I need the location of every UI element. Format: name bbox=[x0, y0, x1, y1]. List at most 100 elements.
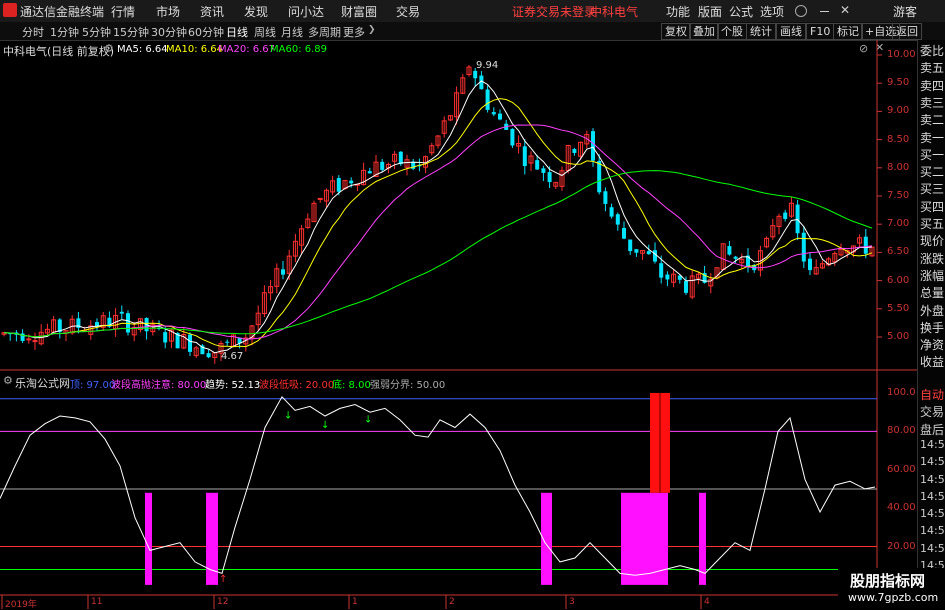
candle-body bbox=[646, 251, 651, 255]
quote-field-label: 卖五 bbox=[920, 61, 945, 76]
indicator-y-tick: 100.0 bbox=[887, 387, 916, 398]
candle-body bbox=[119, 311, 124, 314]
quote-field-label: 涨幅 bbox=[920, 268, 945, 283]
candle-body bbox=[349, 180, 354, 184]
watermark-url: www.7gpzb.com bbox=[848, 591, 939, 604]
quote-field-label: 卖三 bbox=[920, 95, 945, 110]
watermark-title: 股朋指标网 bbox=[850, 572, 926, 590]
candle-body bbox=[510, 128, 515, 146]
trade-time: 14:56 bbox=[920, 541, 945, 555]
quote-field-label: 外盘 bbox=[920, 303, 945, 318]
quote-field-label: 涨跌 bbox=[920, 251, 945, 266]
candle-body bbox=[126, 313, 130, 333]
quote-field-label: 收益 bbox=[920, 355, 945, 370]
candle-body bbox=[498, 113, 502, 120]
trade-time: 14:56 bbox=[920, 507, 945, 521]
trade-time: 14:56 bbox=[920, 455, 945, 469]
main-y-tick: 9.50 bbox=[887, 77, 910, 89]
candle-body bbox=[628, 239, 633, 252]
trade-time: 14:56 bbox=[920, 524, 945, 538]
candle-body bbox=[473, 70, 478, 79]
candle-body bbox=[535, 160, 540, 170]
quote-field-label: 卖一 bbox=[920, 130, 945, 145]
sell-signal-arrow-icon: ↓ bbox=[321, 420, 329, 431]
side-tab[interactable]: 盘后 bbox=[920, 421, 944, 438]
indicator-y-tick: 60.00 bbox=[887, 463, 916, 475]
low-buy-bar bbox=[621, 492, 668, 585]
candle-body bbox=[808, 258, 812, 271]
candle-body bbox=[622, 227, 626, 239]
quote-field-label: 买一 bbox=[920, 147, 945, 162]
candle-body bbox=[398, 151, 403, 165]
indicator-y-tick: 80.00 bbox=[887, 425, 916, 437]
x-axis-label: 1 bbox=[352, 597, 358, 607]
quote-field-label: 换手 bbox=[920, 320, 945, 335]
sell-signal-arrow-icon: ↓ bbox=[284, 410, 292, 421]
high-price-label: 9.94 bbox=[476, 60, 499, 71]
candle-body bbox=[615, 214, 620, 225]
trade-time: 14:56 bbox=[920, 489, 945, 503]
main-y-tick: 5.00 bbox=[887, 331, 910, 342]
quote-field-label: 买二 bbox=[920, 165, 945, 180]
quote-field-label: 现价 bbox=[920, 234, 945, 249]
candle-body bbox=[380, 161, 385, 170]
candle-body bbox=[188, 334, 192, 352]
low-price-label: 4.67 bbox=[221, 351, 244, 362]
candle-body bbox=[281, 269, 285, 275]
trade-time: 14:56 bbox=[920, 437, 945, 451]
candle-body bbox=[659, 263, 664, 278]
main-y-tick: 9.00 bbox=[887, 105, 910, 117]
sell-signal-arrow-icon: ↓ bbox=[364, 414, 372, 425]
candle-body bbox=[665, 274, 670, 280]
trend-line bbox=[0, 395, 876, 576]
quote-field-label: 买五 bbox=[920, 217, 945, 231]
candle-body bbox=[653, 250, 657, 262]
candle-body bbox=[597, 160, 602, 193]
candle-body bbox=[603, 191, 608, 204]
candle-body bbox=[863, 236, 868, 254]
candle-body bbox=[684, 280, 688, 293]
candle-body bbox=[225, 341, 230, 343]
x-axis-label: 4 bbox=[704, 597, 710, 607]
quote-field-label: 委比 bbox=[920, 44, 945, 58]
candle-body bbox=[783, 212, 788, 219]
candle-body bbox=[491, 112, 496, 115]
candle-body bbox=[591, 131, 595, 161]
candle-body bbox=[367, 171, 372, 174]
candle-body bbox=[609, 207, 614, 217]
main-y-tick: 7.00 bbox=[887, 218, 910, 230]
auto-tab[interactable]: 自动 bbox=[920, 386, 944, 403]
x-axis-label: 3 bbox=[569, 597, 575, 607]
quote-field-label: 买四 bbox=[920, 199, 945, 214]
indicator-y-tick: 40.00 bbox=[887, 502, 916, 514]
buy-signal-arrow-icon: ↑ bbox=[219, 574, 227, 585]
trade-time: 14:56 bbox=[920, 472, 945, 486]
ma5-line bbox=[3, 80, 873, 354]
x-axis-label: 2019年 bbox=[5, 600, 37, 610]
candle-body bbox=[547, 172, 552, 183]
x-axis-label: 11 bbox=[91, 597, 103, 607]
main-y-tick: 6.50 bbox=[887, 246, 910, 258]
chart-area[interactable]: ↓ ↓ ↓ ↑ bbox=[0, 0, 945, 609]
watermark: 股朋指标网 www.7gpzb.com bbox=[838, 568, 945, 609]
quote-field-label: 净资 bbox=[920, 338, 945, 353]
quote-field-label: 总量 bbox=[920, 286, 945, 301]
candle-body bbox=[522, 146, 527, 167]
candle-body bbox=[336, 178, 341, 192]
main-y-tick: 8.00 bbox=[887, 161, 910, 173]
side-tab[interactable]: 交易 bbox=[920, 403, 944, 420]
main-y-tick: 10.00 bbox=[887, 49, 916, 60]
main-y-tick: 7.50 bbox=[887, 190, 910, 201]
candle-body bbox=[163, 332, 168, 343]
candle-body bbox=[733, 256, 738, 259]
quote-field-label: 卖二 bbox=[920, 113, 945, 128]
main-y-tick: 5.50 bbox=[887, 302, 910, 314]
candle-body bbox=[26, 338, 32, 341]
candle-body bbox=[572, 149, 577, 153]
candle-body bbox=[727, 246, 732, 255]
low-buy-bar bbox=[145, 492, 152, 585]
candle-body bbox=[634, 249, 639, 253]
indicator-y-tick: 20.00 bbox=[887, 540, 916, 552]
quote-panel: 委比 卖五 卖四 卖三 卖二 卖一 买一 买二 买三 买四 买五 现价 涨跌 涨幅 总量 外盘 换手 净资 收益 自动… bbox=[917, 40, 945, 609]
quote-field-label: 买三 bbox=[920, 182, 945, 197]
